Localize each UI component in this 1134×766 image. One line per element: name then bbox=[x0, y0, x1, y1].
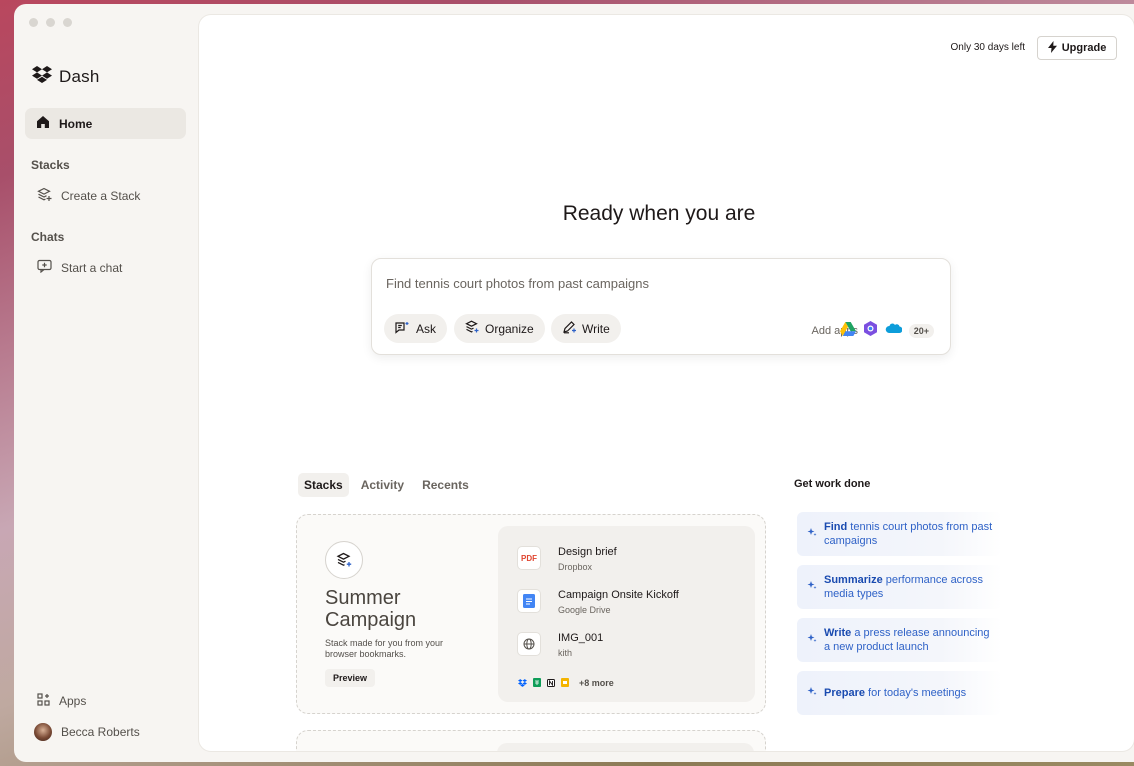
app-name: Dash bbox=[59, 67, 100, 86]
dropbox-mini-icon bbox=[518, 674, 527, 692]
sparkle-icon bbox=[807, 527, 817, 541]
main-content: Only 30 days left Upgrade Ready when you… bbox=[199, 15, 1134, 751]
sidebar-item-start-chat[interactable]: Start a chat bbox=[37, 259, 122, 276]
sparkle-icon bbox=[807, 686, 817, 700]
upgrade-button[interactable]: Upgrade bbox=[1037, 36, 1117, 60]
more-sources[interactable]: +8 more bbox=[518, 674, 614, 692]
stack-files-panel: PDF Design brief Dropbox Campaign Onsite… bbox=[498, 526, 755, 702]
tab-recents[interactable]: Recents bbox=[416, 473, 475, 497]
user-profile[interactable]: Becca Roberts bbox=[34, 723, 140, 741]
preview-button[interactable]: Preview bbox=[325, 669, 376, 687]
home-icon bbox=[36, 115, 50, 132]
suggestion-summarize[interactable]: Summarize performance across media types bbox=[797, 565, 1002, 609]
suggestion-write[interactable]: Write a press release announcing a new p… bbox=[797, 618, 1002, 662]
upgrade-label: Upgrade bbox=[1061, 42, 1107, 54]
stack-files-panel bbox=[497, 743, 754, 751]
pdf-icon: PDF bbox=[517, 546, 541, 570]
sidebar-item-home[interactable]: Home bbox=[25, 108, 186, 139]
ask-label: Ask bbox=[416, 321, 437, 336]
suggestion-text: Prepare for today's meetings bbox=[824, 687, 967, 699]
suggestion-find[interactable]: Find tennis court photos from past campa… bbox=[797, 512, 1002, 556]
page-title: Ready when you are bbox=[562, 202, 756, 225]
more-apps-badge: 20+ bbox=[908, 324, 934, 338]
file-item[interactable]: Campaign Onsite Kickoff Google Drive bbox=[517, 589, 679, 615]
lightning-icon bbox=[1047, 40, 1057, 56]
file-item[interactable]: PDF Design brief Dropbox bbox=[517, 546, 617, 572]
sidebar-item-label: Start a chat bbox=[61, 260, 123, 275]
app-icons[interactable]: 20+ bbox=[839, 321, 934, 341]
sparkle-icon bbox=[807, 633, 817, 647]
zoom-window-button[interactable] bbox=[63, 18, 72, 27]
sidebar-item-label: Apps bbox=[59, 694, 87, 708]
globe-icon bbox=[517, 632, 541, 656]
get-work-done-title: Get work done bbox=[794, 478, 871, 490]
tab-stacks[interactable]: Stacks bbox=[298, 473, 349, 497]
google-sheets-mini-icon bbox=[533, 674, 541, 692]
chat-add-icon bbox=[37, 259, 52, 276]
google-drive-icon bbox=[839, 321, 856, 341]
suggestion-prepare[interactable]: Prepare for today's meetings bbox=[797, 671, 1002, 715]
tab-activity[interactable]: Activity bbox=[355, 473, 410, 497]
stack-description: Stack made for you from your browser boo… bbox=[325, 638, 444, 659]
stack-add-icon bbox=[37, 187, 52, 205]
stack-icon bbox=[465, 320, 479, 337]
notion-mini-icon bbox=[547, 674, 555, 692]
file-source: Google Drive bbox=[558, 605, 611, 615]
google-docs-icon bbox=[517, 589, 541, 613]
sidebar-item-label: Home bbox=[59, 116, 93, 131]
sidebar-item-create-stack[interactable]: Create a Stack bbox=[37, 187, 140, 205]
stack-card[interactable] bbox=[296, 730, 766, 751]
suggestion-text: Summarize performance across media types bbox=[824, 574, 983, 600]
user-name: Becca Roberts bbox=[61, 725, 140, 739]
suggestion-text: Write a press release announcing a new p… bbox=[824, 627, 990, 653]
write-button[interactable]: Write bbox=[551, 314, 621, 343]
stack-card[interactable]: Summer Campaign Stack made for you from … bbox=[296, 514, 766, 714]
organize-label: Organize bbox=[485, 321, 534, 336]
close-window-button[interactable] bbox=[29, 18, 38, 27]
app-connector-icon bbox=[863, 321, 878, 341]
dropbox-logo-icon bbox=[32, 66, 52, 88]
chats-section-label: Chats bbox=[31, 230, 65, 244]
sidebar-item-apps[interactable]: Apps bbox=[37, 693, 86, 709]
brand[interactable]: Dash bbox=[32, 66, 100, 88]
avatar bbox=[34, 723, 52, 741]
salesforce-icon bbox=[885, 322, 903, 340]
search-card: Ask Organize Write Add apps bbox=[371, 258, 951, 355]
more-count: +8 more bbox=[579, 678, 614, 688]
file-name: Design brief bbox=[558, 546, 617, 558]
file-name: IMG_001 bbox=[558, 632, 604, 644]
window-controls bbox=[29, 18, 72, 27]
app-window: Dash Home Stacks Create a Stack Chats St… bbox=[14, 4, 1134, 762]
ask-button[interactable]: Ask bbox=[384, 314, 448, 343]
content-tabs: Stacks Activity Recents bbox=[298, 473, 475, 497]
organize-button[interactable]: Organize bbox=[454, 314, 545, 343]
file-item[interactable]: IMG_001 kith bbox=[517, 632, 603, 658]
file-name: Campaign Onsite Kickoff bbox=[558, 589, 679, 601]
file-source: kith bbox=[558, 648, 573, 658]
search-input[interactable] bbox=[386, 276, 926, 291]
sidebar-item-label: Create a Stack bbox=[61, 189, 141, 203]
google-slides-mini-icon bbox=[561, 674, 569, 692]
apps-grid-icon bbox=[37, 693, 50, 709]
stacks-section-label: Stacks bbox=[31, 158, 70, 172]
write-label: Write bbox=[582, 321, 610, 336]
ask-icon bbox=[395, 321, 410, 337]
suggestion-text: Find tennis court photos from past campa… bbox=[824, 521, 993, 547]
stack-title: Summer Campaign bbox=[325, 587, 417, 631]
sparkle-icon bbox=[807, 580, 817, 594]
file-source: Dropbox bbox=[558, 562, 593, 572]
pen-icon bbox=[562, 320, 576, 337]
stack-icon bbox=[325, 541, 363, 579]
minimize-window-button[interactable] bbox=[46, 18, 55, 27]
trial-status: Only 30 days left bbox=[950, 42, 1025, 53]
